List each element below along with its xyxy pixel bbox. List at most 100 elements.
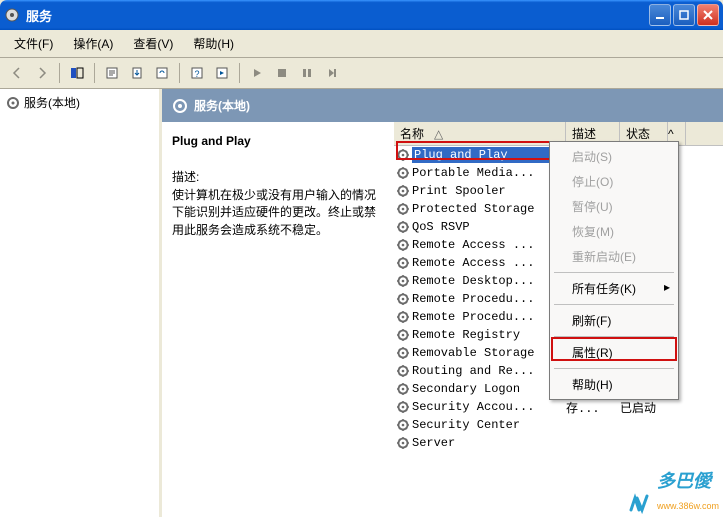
- gear-icon: [396, 328, 410, 342]
- gear-icon: [396, 364, 410, 378]
- right-header: 服务(本地): [162, 89, 723, 122]
- service-name: Secondary Logon: [412, 382, 566, 396]
- forward-button[interactable]: [31, 62, 53, 84]
- ctx-start[interactable]: 启动(S): [552, 144, 676, 169]
- toolbar: ?: [0, 58, 723, 89]
- ctx-restart[interactable]: 重新启动(E): [552, 244, 676, 269]
- gear-icon: [396, 310, 410, 324]
- pause-service-button[interactable]: [296, 62, 318, 84]
- show-hide-button[interactable]: [66, 62, 88, 84]
- content-area: 服务(本地) 服务(本地) Plug and Play 描述: 使计算机在极少或…: [0, 89, 723, 517]
- gear-icon: [396, 292, 410, 306]
- export-button[interactable]: [126, 62, 148, 84]
- service-name: Protected Storage: [412, 202, 566, 216]
- tree-root-label: 服务(本地): [24, 94, 80, 111]
- gear-icon: [396, 346, 410, 360]
- help-button[interactable]: ?: [186, 62, 208, 84]
- restart-service-button[interactable]: [321, 62, 343, 84]
- service-name: Remote Procedu...: [412, 310, 566, 324]
- ctx-refresh[interactable]: 刷新(F): [552, 308, 676, 333]
- minimize-button[interactable]: [649, 4, 671, 26]
- toolbar-separator: [59, 63, 60, 83]
- gear-icon: [396, 202, 410, 216]
- maximize-button[interactable]: [673, 4, 695, 26]
- service-row[interactable]: Security Accou...存...已启动: [394, 398, 723, 416]
- ctx-resume[interactable]: 恢复(M): [552, 219, 676, 244]
- menu-help[interactable]: 帮助(H): [185, 32, 242, 55]
- refresh-button[interactable]: [151, 62, 173, 84]
- service-row[interactable]: Server: [394, 434, 723, 452]
- watermark-text: 多巴僾: [657, 471, 711, 491]
- properties-button[interactable]: [101, 62, 123, 84]
- tree-root-node[interactable]: 服务(本地): [4, 93, 155, 112]
- gear-icon: [396, 418, 410, 432]
- services-icon: [6, 96, 20, 110]
- toolbar-separator: [179, 63, 180, 83]
- service-name: Remote Desktop...: [412, 274, 566, 288]
- menubar: 文件(F) 操作(A) 查看(V) 帮助(H): [0, 30, 723, 58]
- service-name: QoS RSVP: [412, 220, 566, 234]
- service-name: Print Spooler: [412, 184, 566, 198]
- service-name: Server: [412, 436, 566, 450]
- service-name: Removable Storage: [412, 346, 566, 360]
- menu-file[interactable]: 文件(F): [6, 32, 61, 55]
- watermark: 多巴僾 www.386w.com: [629, 467, 719, 514]
- action-button[interactable]: [211, 62, 233, 84]
- service-name: Remote Access ...: [412, 256, 566, 270]
- back-button[interactable]: [6, 62, 28, 84]
- toolbar-separator: [239, 63, 240, 83]
- gear-icon: [396, 274, 410, 288]
- gear-icon: [396, 436, 410, 450]
- service-row[interactable]: Security Center: [394, 416, 723, 434]
- watermark-icon: [629, 492, 655, 514]
- ctx-help[interactable]: 帮助(H): [552, 372, 676, 397]
- service-name: Remote Procedu...: [412, 292, 566, 306]
- service-list-pane: 名称△ 描述 状态 ^ Plug and PlayPortable Media.…: [394, 122, 723, 517]
- gear-icon: [396, 238, 410, 252]
- service-name: Remote Registry: [412, 328, 566, 342]
- service-desc: 存...: [566, 399, 620, 416]
- titlebar: 服务: [0, 0, 723, 30]
- toolbar-separator: [94, 63, 95, 83]
- stop-service-button[interactable]: [271, 62, 293, 84]
- window-title: 服务: [26, 6, 649, 25]
- service-name: Remote Access ...: [412, 238, 566, 252]
- ctx-separator: [554, 368, 674, 369]
- context-menu: 启动(S) 停止(O) 暂停(U) 恢复(M) 重新启动(E) 所有任务(K)▸…: [549, 141, 679, 400]
- gear-icon: [396, 148, 410, 162]
- close-button[interactable]: [697, 4, 719, 26]
- service-name: Security Accou...: [412, 400, 566, 414]
- gear-icon: [396, 220, 410, 234]
- svg-text:?: ?: [194, 69, 199, 79]
- service-state: 已启动: [620, 399, 676, 416]
- watermark-url: www.386w.com: [657, 501, 719, 511]
- column-name[interactable]: 名称△: [394, 122, 566, 145]
- gear-icon: [396, 400, 410, 414]
- ctx-properties[interactable]: 属性(R): [552, 340, 676, 365]
- ctx-stop[interactable]: 停止(O): [552, 169, 676, 194]
- submenu-arrow-icon: ▸: [664, 280, 670, 294]
- service-name: Portable Media...: [412, 166, 566, 180]
- service-name: Routing and Re...: [412, 364, 566, 378]
- ctx-separator: [554, 272, 674, 273]
- ctx-separator: [554, 304, 674, 305]
- menu-view[interactable]: 查看(V): [125, 32, 181, 55]
- right-panel: 服务(本地) Plug and Play 描述: 使计算机在极少或没有用户输入的…: [162, 89, 723, 517]
- service-name: Security Center: [412, 418, 566, 432]
- description-text: 使计算机在极少或没有用户输入的情况下能识别并适应硬件的更改。终止或禁用此服务会造…: [172, 187, 384, 239]
- gear-icon: [396, 184, 410, 198]
- services-icon: [172, 98, 188, 114]
- detail-pane: Plug and Play 描述: 使计算机在极少或没有用户输入的情况下能识别并…: [162, 122, 394, 517]
- description-label: 描述:: [172, 168, 384, 185]
- app-icon: [4, 7, 20, 23]
- start-service-button[interactable]: [246, 62, 268, 84]
- gear-icon: [396, 166, 410, 180]
- menu-action[interactable]: 操作(A): [65, 32, 121, 55]
- ctx-pause[interactable]: 暂停(U): [552, 194, 676, 219]
- selected-service-name: Plug and Play: [172, 134, 384, 148]
- ctx-separator: [554, 336, 674, 337]
- right-header-title: 服务(本地): [194, 97, 250, 114]
- ctx-all-tasks[interactable]: 所有任务(K)▸: [552, 276, 676, 301]
- service-name: Plug and Play: [412, 147, 566, 163]
- tree-panel: 服务(本地): [0, 89, 162, 517]
